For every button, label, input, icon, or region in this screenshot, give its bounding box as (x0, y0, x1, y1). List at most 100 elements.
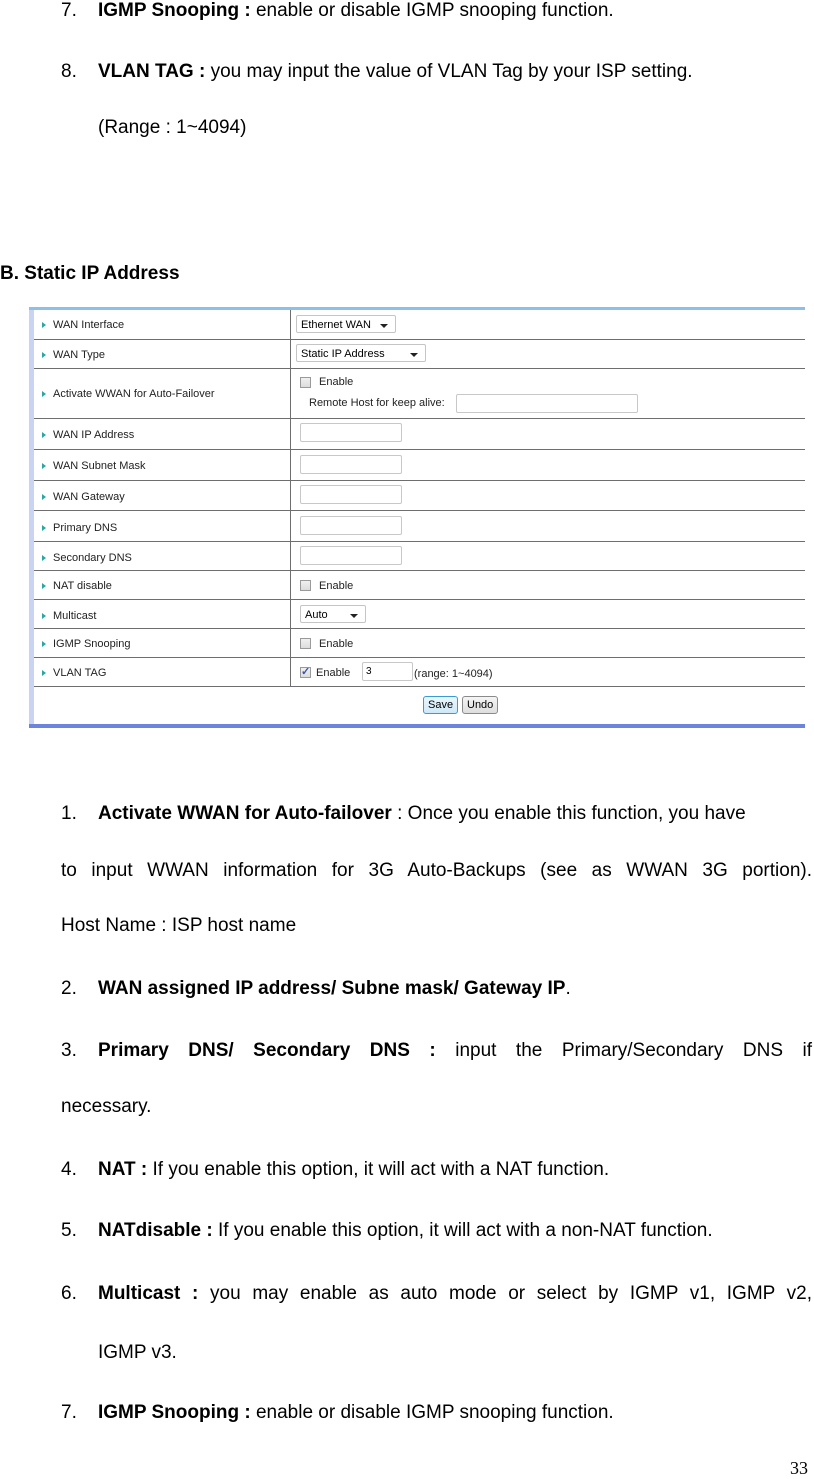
field-label: NAT disable (53, 580, 112, 592)
vlan-tag-checkbox[interactable] (300, 665, 311, 678)
bottom-list-item-1-line2: to input WWAN information for 3G Auto-Ba… (61, 860, 812, 881)
multicast-select[interactable]: Auto (300, 605, 366, 623)
bullet-arrow-icon (42, 525, 46, 531)
page-number: 33 (790, 1458, 808, 1478)
bullet-arrow-icon (42, 583, 46, 589)
field-label: Activate WWAN for Auto-Failover (53, 388, 215, 400)
form-row-vlan-tag: VLAN TAG Enable 3 (range: 1~4094) (34, 658, 805, 687)
field-label: IGMP Snooping (53, 638, 131, 650)
vlan-range-hint: (range: 1~4094) (414, 668, 493, 680)
item-term: Primary DNS/ Secondary DNS : (98, 1040, 436, 1061)
item-text: enable or disable IGMP snooping function… (250, 0, 614, 21)
field-label: WAN IP Address (53, 429, 135, 441)
bottom-list-item-1: 1. Activate WWAN for Auto-failover : Onc… (61, 803, 812, 825)
chevron-down-icon (350, 614, 358, 618)
undo-button[interactable]: Undo (462, 696, 499, 714)
checkbox-label: Enable (319, 376, 354, 388)
chevron-down-icon (380, 324, 388, 328)
bullet-arrow-icon (42, 432, 46, 438)
field-label: Multicast (53, 610, 97, 622)
item-text: you may input the value of VLAN Tag by y… (205, 61, 693, 82)
form-row-wan-gateway: WAN Gateway (34, 481, 805, 511)
form-row-wan-ip-address: WAN IP Address (34, 419, 805, 450)
field-label: Primary DNS (53, 522, 118, 534)
bottom-list-item-3: 3. Primary DNS/ Secondary DNS : input th… (61, 1040, 812, 1062)
form-row-primary-dns: Primary DNS (34, 511, 805, 542)
form-row-wan-type: WAN Type Static IP Address (34, 340, 805, 369)
checkbox-label: Enable (319, 638, 354, 650)
top-list-item-8-continuation: (Range : 1~4094) (98, 117, 247, 138)
item-term: Multicast : (98, 1283, 199, 1304)
bullet-arrow-icon (42, 670, 46, 676)
nat-disable-checkbox[interactable] (300, 580, 311, 591)
item-number: 4. (61, 1159, 77, 1180)
item-term: IGMP Snooping : (98, 0, 251, 21)
panel-bottom-border (29, 724, 805, 728)
remote-host-input[interactable] (456, 394, 638, 413)
field-label: VLAN TAG (53, 667, 107, 679)
bottom-list-item-6-line2: IGMP v3. (98, 1342, 177, 1363)
field-label: WAN Subnet Mask (53, 460, 146, 472)
bullet-arrow-icon (42, 322, 46, 328)
item-number: 6. (61, 1283, 77, 1304)
top-list-item-7: 7. IGMP Snooping : enable or disable IGM… (61, 0, 614, 22)
form-row-wan-interface: WAN Interface Ethernet WAN (34, 310, 805, 340)
bottom-list-item-7: 7. IGMP Snooping : enable or disable IGM… (61, 1402, 614, 1424)
form-row-wan-subnet-mask: WAN Subnet Mask (34, 450, 805, 481)
bullet-arrow-icon (42, 494, 46, 500)
form-row-secondary-dns: Secondary DNS (34, 542, 805, 571)
item-number: 1. (61, 803, 77, 824)
primary-dns-input[interactable] (300, 516, 402, 535)
item-text: you may enable as auto mode or select by… (198, 1283, 813, 1304)
item-term: NATdisable : (98, 1220, 213, 1241)
wan-type-select[interactable]: Static IP Address (296, 344, 426, 362)
item-text: . (565, 978, 571, 999)
remote-host-label: Remote Host for keep alive: (309, 397, 445, 409)
wan-gateway-input[interactable] (300, 485, 402, 504)
bullet-arrow-icon (42, 352, 46, 358)
chevron-down-icon (410, 353, 418, 357)
bullet-arrow-icon (42, 641, 46, 647)
bottom-list-item-3-line2: necessary. (61, 1096, 152, 1117)
form-row-activate-wwan: Activate WWAN for Auto-Failover Enable R… (34, 369, 805, 419)
item-text: : Once you enable this function, you hav… (391, 803, 746, 824)
item-term: WAN assigned IP address/ Subne mask/ Gat… (98, 978, 566, 999)
form-row-nat-disable: NAT disable Enable (34, 571, 805, 600)
save-button[interactable]: Save (423, 696, 459, 714)
item-text: If you enable this option, it will act w… (147, 1159, 610, 1180)
item-term: VLAN TAG : (98, 61, 206, 82)
bullet-arrow-icon (42, 613, 46, 619)
wan-settings-form: WAN Interface Ethernet WAN WAN Type Stat… (29, 307, 805, 728)
vlan-tag-input[interactable]: 3 (362, 662, 413, 681)
secondary-dns-input[interactable] (300, 546, 402, 565)
item-number: 8. (61, 61, 77, 82)
item-text: input the Primary/Secondary DNS if (435, 1040, 812, 1061)
field-label: WAN Gateway (53, 491, 125, 503)
form-row-multicast: Multicast Auto (34, 600, 805, 629)
bottom-list-item-4: 4. NAT : If you enable this option, it w… (61, 1159, 609, 1181)
igmp-snooping-checkbox[interactable] (300, 638, 311, 649)
item-text: enable or disable IGMP snooping function… (250, 1402, 614, 1423)
field-label: WAN Interface (53, 319, 125, 331)
bullet-arrow-icon (42, 463, 46, 469)
field-label: Secondary DNS (53, 552, 132, 564)
item-term: Activate WWAN for Auto-failover (98, 803, 392, 824)
item-number: 2. (61, 978, 77, 999)
select-value: Ethernet WAN (301, 319, 371, 331)
item-term: NAT : (98, 1159, 148, 1180)
bottom-list-item-2: 2. WAN assigned IP address/ Subne mask/ … (61, 978, 571, 1000)
wwan-failover-checkbox[interactable] (300, 377, 311, 388)
wan-ip-address-input[interactable] (300, 423, 402, 442)
bottom-list-item-6: 6. Multicast : you may enable as auto mo… (61, 1283, 812, 1305)
bullet-arrow-icon (42, 391, 46, 397)
wan-interface-select[interactable]: Ethernet WAN (296, 315, 396, 333)
section-heading: B. Static IP Address (0, 263, 180, 284)
wan-subnet-mask-input[interactable] (300, 455, 402, 474)
top-list-item-8: 8. VLAN TAG : you may input the value of… (61, 61, 693, 83)
bottom-list-item-1-line3: Host Name : ISP host name (61, 915, 297, 936)
select-value: Auto (305, 609, 328, 621)
checkbox-label: Enable (316, 667, 351, 679)
select-value: Static IP Address (301, 348, 385, 360)
item-number: 7. (61, 0, 77, 21)
item-text: If you enable this option, it will act w… (212, 1220, 713, 1241)
